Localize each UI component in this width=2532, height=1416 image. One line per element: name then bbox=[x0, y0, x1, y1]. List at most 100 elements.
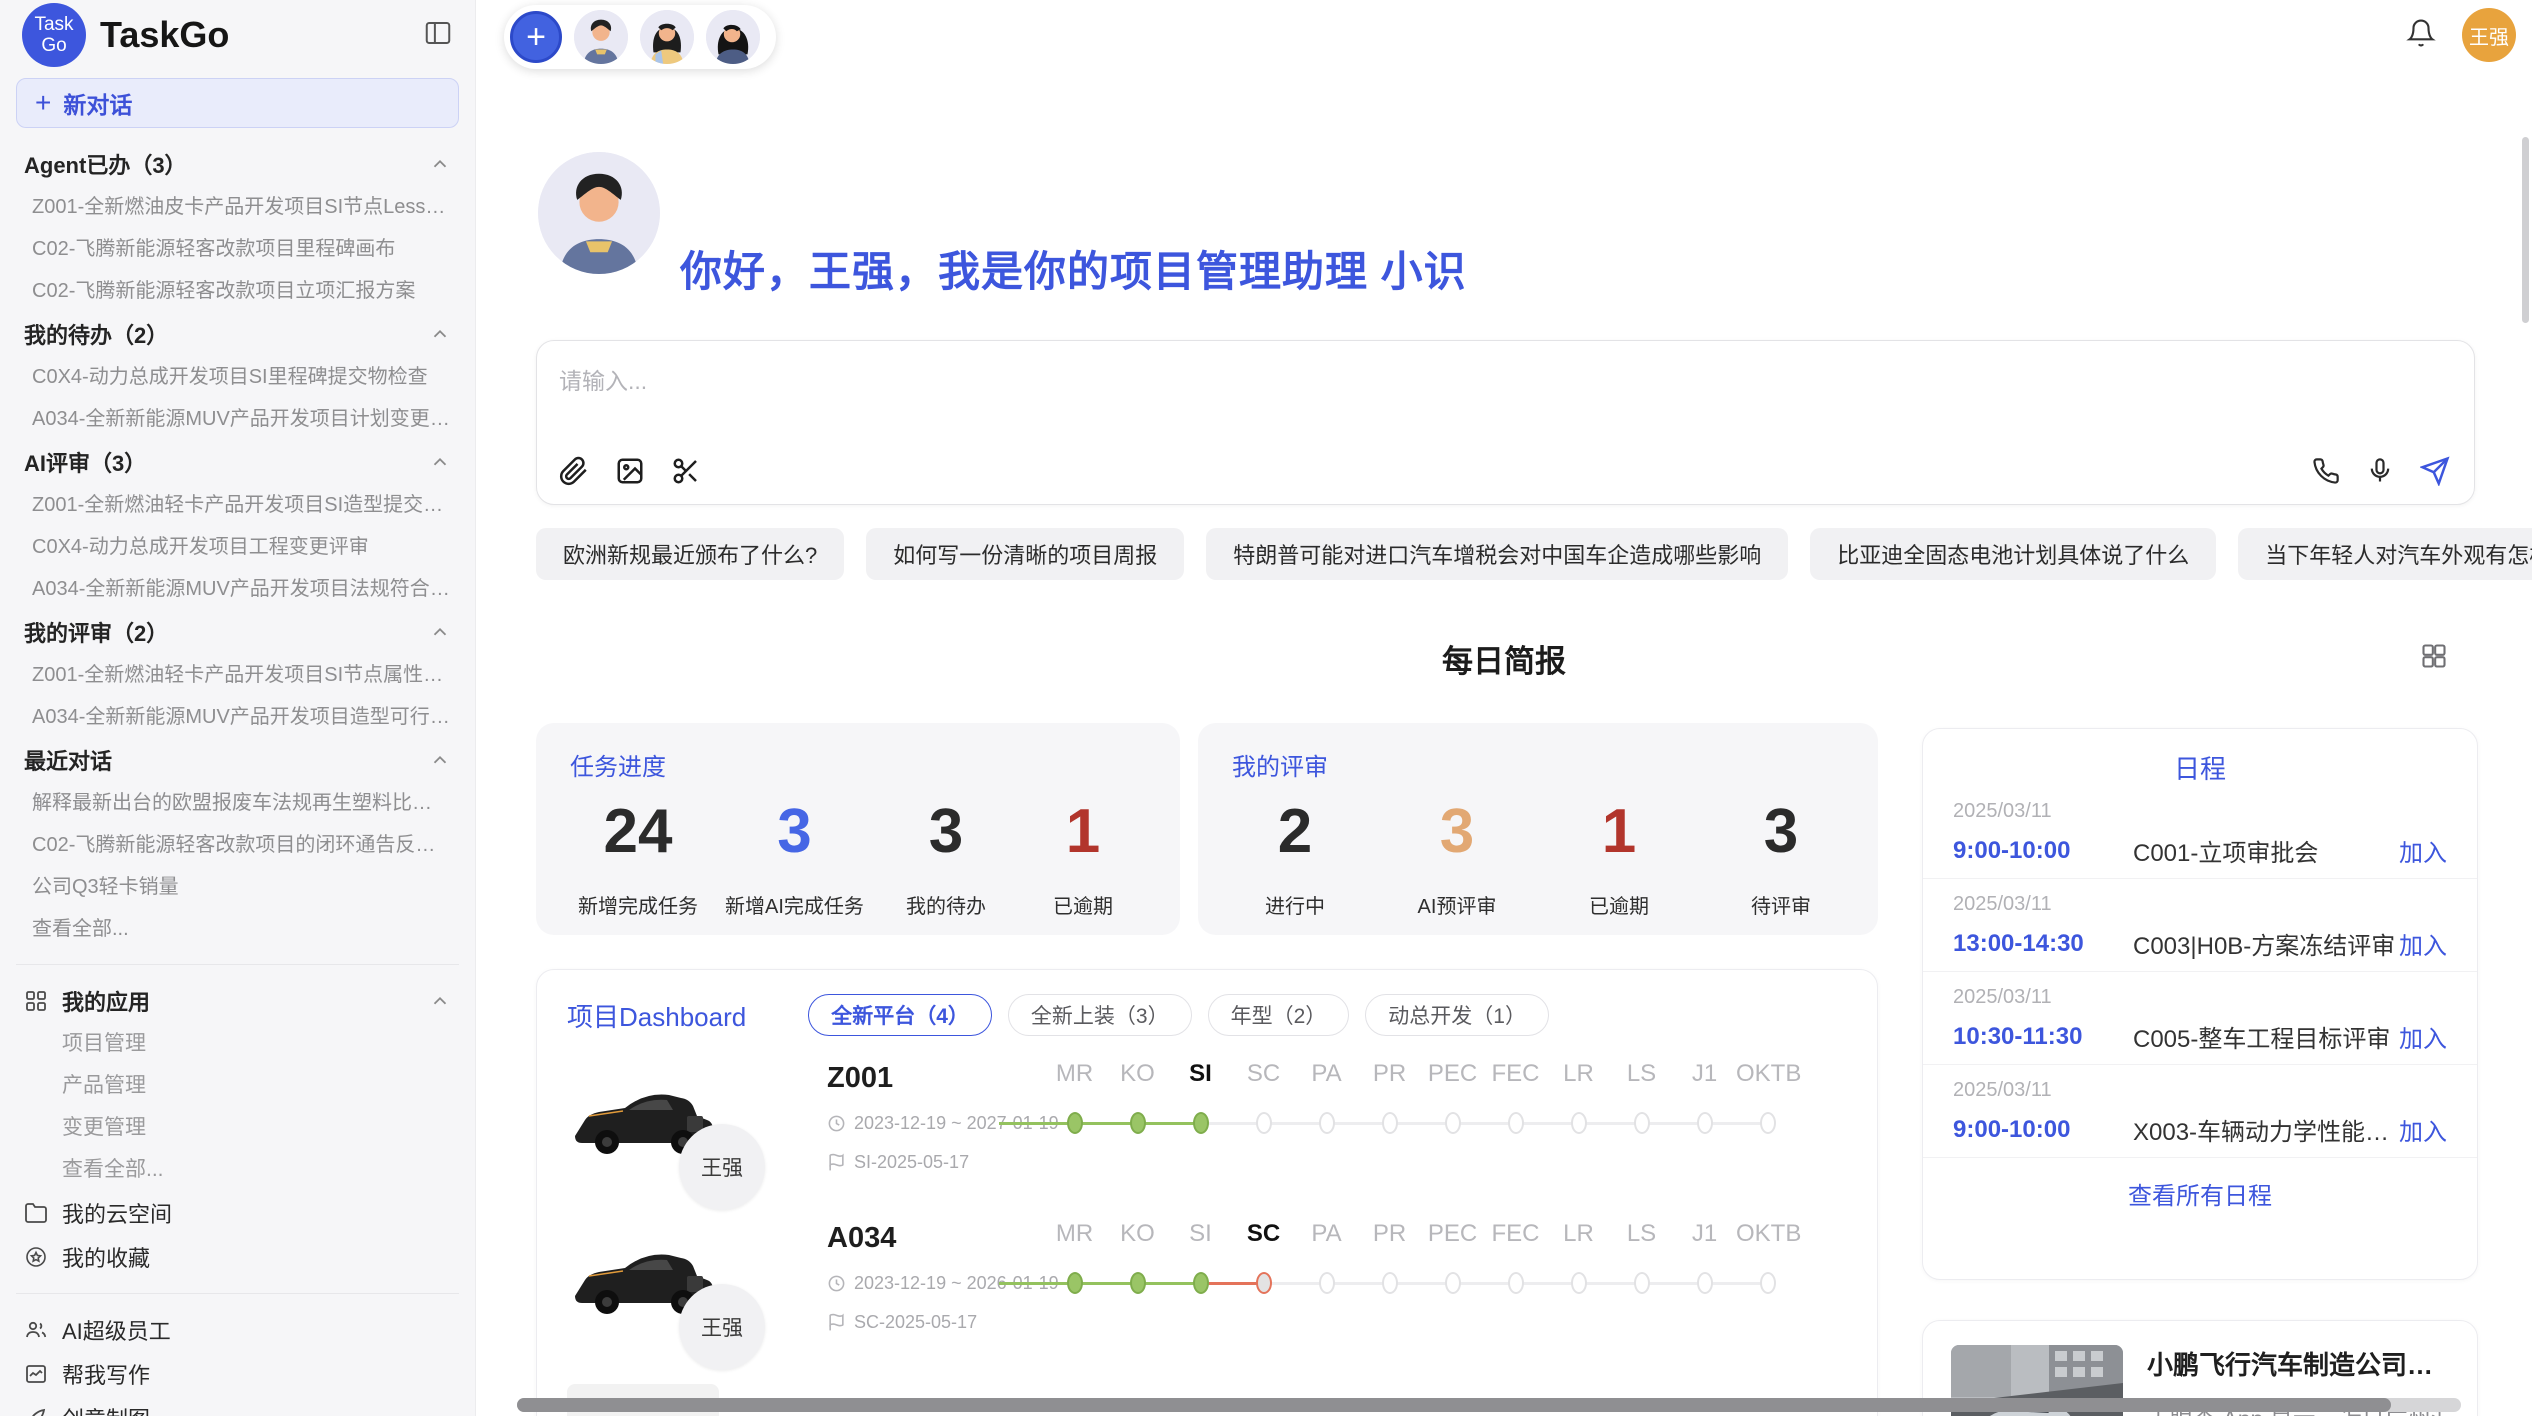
milestone-label: KO bbox=[1106, 1220, 1169, 1248]
stat-label: 进行中 bbox=[1265, 890, 1325, 919]
sidebar-item-label: 我的云空间 bbox=[62, 1197, 172, 1229]
view-all-link[interactable]: 查看全部... bbox=[0, 908, 475, 950]
sidebar-item-ai-employee[interactable]: AI超级员工 bbox=[0, 1308, 475, 1352]
image-icon[interactable] bbox=[615, 456, 645, 486]
milestone: J1 bbox=[1673, 1220, 1736, 1320]
milestone-label: PEC bbox=[1421, 1060, 1484, 1088]
scissors-icon[interactable] bbox=[671, 456, 701, 486]
project-owner-avatar: 王强 bbox=[679, 1124, 765, 1210]
view-all-link[interactable]: 查看全部... bbox=[0, 1149, 475, 1191]
topbar-right: 王强 bbox=[2406, 0, 2532, 70]
suggestion-chip[interactable]: 如何写一份清晰的项目周报 bbox=[866, 528, 1184, 580]
section-my-todo[interactable]: 我的待办（2） bbox=[0, 312, 475, 356]
section-recent-chats[interactable]: 最近对话 bbox=[0, 738, 475, 782]
section-my-review[interactable]: 我的评审（2） bbox=[0, 610, 475, 654]
new-chat-button[interactable]: + 新对话 bbox=[16, 78, 459, 128]
list-item[interactable]: 公司Q3轻卡销量 bbox=[0, 866, 475, 908]
tab-new-body[interactable]: 全新上装（3） bbox=[1008, 994, 1192, 1036]
suggestion-chip[interactable]: 欧洲新规最近颁布了什么? bbox=[536, 528, 844, 580]
milestone-dot bbox=[1571, 1112, 1587, 1134]
project-info: A034 2023-12-19 ~ 2026-01-19 SC-2025-05-… bbox=[827, 1222, 1042, 1333]
layout-grid-icon[interactable] bbox=[2420, 642, 2448, 675]
chevron-up-icon[interactable] bbox=[429, 323, 451, 345]
agent-avatar-2[interactable] bbox=[640, 10, 694, 64]
list-item[interactable]: A034-全新新能源MUV产品开发项目法规符合性评审 bbox=[0, 568, 475, 610]
sidebar-collapse-icon[interactable] bbox=[423, 18, 453, 53]
project-info: Z001 2023-12-19 ~ 2027-01-19 SI-2025-05-… bbox=[827, 1062, 1042, 1173]
stat-label: 已逾期 bbox=[1589, 890, 1649, 919]
agent-avatar-3[interactable] bbox=[706, 10, 760, 64]
attachment-icon[interactable] bbox=[559, 456, 589, 486]
chevron-up-icon[interactable] bbox=[429, 749, 451, 771]
event-date: 2025/03/11 bbox=[1953, 800, 2447, 823]
sidebar-item-product-mgmt[interactable]: 产品管理 bbox=[0, 1065, 475, 1107]
chat-input[interactable] bbox=[559, 357, 2452, 405]
milestone-dot bbox=[1382, 1112, 1398, 1134]
flag-icon bbox=[827, 1313, 846, 1332]
section-ai-review[interactable]: AI评审（3） bbox=[0, 440, 475, 484]
my-apps-row: 我的应用 bbox=[24, 985, 150, 1017]
chevron-up-icon[interactable] bbox=[429, 990, 451, 1012]
list-item[interactable]: A034-全新新能源MUV产品开发项目造型可行性评审 bbox=[0, 696, 475, 738]
phone-icon[interactable] bbox=[2312, 457, 2340, 485]
milestone: FEC bbox=[1484, 1060, 1547, 1160]
sidebar-item-favorites[interactable]: 我的收藏 bbox=[0, 1235, 475, 1279]
sidebar-item-project-mgmt[interactable]: 项目管理 bbox=[0, 1023, 475, 1065]
chevron-up-icon[interactable] bbox=[429, 153, 451, 175]
section-title: 我的应用 bbox=[62, 985, 150, 1017]
project-row[interactable]: 王强 Z001 2023-12-19 ~ 2027-01-19 SI-2025-… bbox=[537, 1046, 1877, 1206]
list-item[interactable]: A034-全新新能源MUV产品开发项目计划变更表编写 bbox=[0, 398, 475, 440]
microphone-icon[interactable] bbox=[2366, 457, 2394, 485]
user-avatar[interactable]: 王强 bbox=[2462, 8, 2516, 62]
list-item[interactable]: 解释最新出台的欧盟报废车法规再生塑料比例被调至15%... bbox=[0, 782, 475, 824]
stat-new-done: 24新增完成任务 bbox=[578, 796, 698, 919]
event-row: 9:00-10:00 C001-立项审批会 加入 bbox=[1953, 833, 2447, 868]
tab-new-platform[interactable]: 全新平台（4） bbox=[808, 994, 992, 1036]
join-link[interactable]: 加入 bbox=[2399, 1019, 2447, 1054]
sidebar-item-change-mgmt[interactable]: 变更管理 bbox=[0, 1107, 475, 1149]
chat-input-box bbox=[536, 340, 2475, 505]
event-date: 2025/03/11 bbox=[1953, 1079, 2447, 1102]
section-my-apps[interactable]: 我的应用 bbox=[0, 979, 475, 1023]
logo-text-top: Task bbox=[34, 14, 73, 35]
join-link[interactable]: 加入 bbox=[2399, 926, 2447, 961]
milestone: LS bbox=[1610, 1060, 1673, 1160]
project-row[interactable]: 王强 A034 2023-12-19 ~ 2026-01-19 SC-2025-… bbox=[537, 1206, 1877, 1366]
agent-avatar-1[interactable] bbox=[574, 10, 628, 64]
tab-year-model[interactable]: 年型（2） bbox=[1208, 994, 1350, 1036]
sidebar-item-creative-draw[interactable]: 创意制图 bbox=[0, 1396, 475, 1416]
tab-powertrain[interactable]: 动总开发（1） bbox=[1365, 994, 1549, 1036]
add-agent-button[interactable]: + bbox=[510, 11, 562, 63]
milestone: KO bbox=[1106, 1220, 1169, 1320]
horizontal-scrollbar-track[interactable] bbox=[517, 1398, 2461, 1412]
list-item[interactable]: Z001-全新燃油轻卡产品开发项目SI造型提交物评审 bbox=[0, 484, 475, 526]
section-agent-done[interactable]: Agent已办（3） bbox=[0, 142, 475, 186]
chevron-up-icon[interactable] bbox=[429, 621, 451, 643]
sidebar-item-help-write[interactable]: 帮我写作 bbox=[0, 1352, 475, 1396]
list-item[interactable]: C0X4-动力总成开发项目工程变更评审 bbox=[0, 526, 475, 568]
vertical-scrollbar[interactable] bbox=[2522, 137, 2529, 323]
view-all-schedule-link[interactable]: 查看所有日程 bbox=[1923, 1158, 2477, 1229]
milestone: SI bbox=[1169, 1220, 1232, 1320]
sidebar-item-cloud-space[interactable]: 我的云空间 bbox=[0, 1191, 475, 1235]
suggestion-chip[interactable]: 特朗普可能对进口汽车增税会对中国车企造成哪些影响 bbox=[1206, 528, 1788, 580]
chevron-up-icon[interactable] bbox=[429, 451, 451, 473]
list-item[interactable]: C02-飞腾新能源轻客改款项目里程碑画布 bbox=[0, 228, 475, 270]
milestone-label: LS bbox=[1610, 1060, 1673, 1088]
notification-bell-icon[interactable] bbox=[2406, 18, 2436, 53]
project-name: A034 bbox=[827, 1222, 1042, 1255]
list-item[interactable]: C02-飞腾新能源轻客改款项目立项汇报方案 bbox=[0, 270, 475, 312]
list-item[interactable]: Z001-全新燃油皮卡产品开发项目SI节点Lesson Learn报告 bbox=[0, 186, 475, 228]
list-item[interactable]: C0X4-动力总成开发项目SI里程碑提交物检查 bbox=[0, 356, 475, 398]
list-item[interactable]: Z001-全新燃油轻卡产品开发项目SI节点属性5D文件评审 bbox=[0, 654, 475, 696]
milestone-label: FEC bbox=[1484, 1220, 1547, 1248]
suggestion-chip[interactable]: 当下年轻人对汽车外观有怎样的喜好趋势 bbox=[2238, 528, 2532, 580]
suggestion-chip[interactable]: 比亚迪全固态电池计划具体说了什么 bbox=[1810, 528, 2216, 580]
list-item[interactable]: C02-飞腾新能源轻客改款项目的闭环通告反馈情况 bbox=[0, 824, 475, 866]
horizontal-scrollbar[interactable] bbox=[517, 1398, 2391, 1412]
milestone-dot bbox=[1634, 1112, 1650, 1134]
join-link[interactable]: 加入 bbox=[2399, 1112, 2447, 1147]
taskgo-logo: Task Go bbox=[22, 3, 86, 67]
send-icon[interactable] bbox=[2420, 456, 2450, 486]
join-link[interactable]: 加入 bbox=[2399, 833, 2447, 868]
